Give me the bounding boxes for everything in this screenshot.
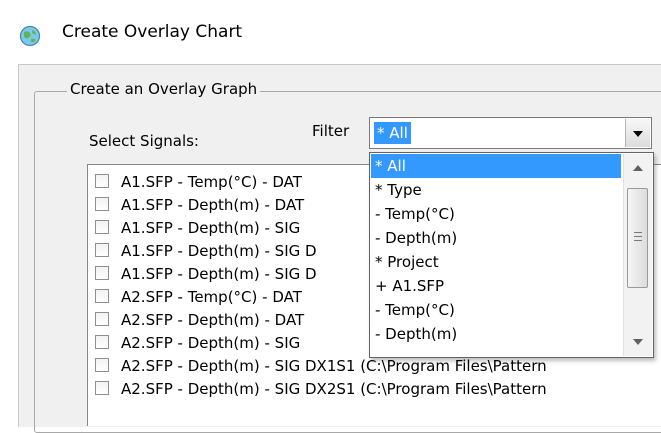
- filter-option[interactable]: - Depth(m): [371, 322, 621, 346]
- signal-label: A2.SFP - Depth(m) - SIG DX1S1 (C:\Progra…: [121, 357, 547, 375]
- signal-label: A1.SFP - Depth(m) - SIG D: [121, 265, 317, 283]
- filter-option[interactable]: - Temp(°C): [371, 298, 621, 322]
- signal-checkbox[interactable]: [95, 289, 109, 303]
- window-title: Create Overlay Chart: [62, 22, 243, 42]
- grip-line: [634, 240, 642, 241]
- filter-option[interactable]: - Temp(°C): [371, 202, 621, 226]
- grip-line: [634, 232, 642, 233]
- signal-checkbox[interactable]: [95, 381, 109, 395]
- scroll-down-arrow-icon[interactable]: [624, 328, 652, 356]
- signal-label: A1.SFP - Depth(m) - SIG: [121, 219, 301, 237]
- grip-line: [634, 236, 642, 237]
- scroll-up-arrow-icon[interactable]: [624, 154, 652, 182]
- chevron-down-icon[interactable]: [625, 119, 650, 147]
- filter-selected-value: * All: [374, 122, 411, 144]
- filter-combobox[interactable]: * All: [369, 117, 652, 149]
- signal-checkbox[interactable]: [95, 312, 109, 326]
- signal-checkbox[interactable]: [95, 243, 109, 257]
- filter-option[interactable]: * All: [371, 154, 621, 178]
- signal-label: A1.SFP - Temp(°C) - DAT: [121, 173, 302, 191]
- signal-checkbox[interactable]: [95, 197, 109, 211]
- signal-label: A1.SFP - Depth(m) - DAT: [121, 196, 305, 214]
- dropdown-scrollbar[interactable]: [623, 154, 652, 356]
- select-signals-label: Select Signals:: [89, 132, 199, 150]
- filter-option[interactable]: - Depth(m): [371, 226, 621, 250]
- filter-label: Filter: [312, 122, 350, 140]
- signal-label: A2.SFP - Depth(m) - DAT: [121, 311, 305, 329]
- signal-checkbox[interactable]: [95, 266, 109, 280]
- filter-option[interactable]: + A1.SFP: [371, 274, 621, 298]
- title-bar: Create Overlay Chart: [0, 0, 661, 64]
- filter-option[interactable]: * Type: [371, 178, 621, 202]
- group-title: Create an Overlay Graph: [67, 80, 261, 98]
- signal-label: A2.SFP - Depth(m) - SIG: [121, 334, 301, 352]
- filter-dropdown-list[interactable]: * All * Type - Temp(°C) - Depth(m) * Pro…: [369, 152, 654, 358]
- filter-option[interactable]: * Project: [371, 250, 621, 274]
- globe-icon: [19, 25, 41, 47]
- signal-label: A1.SFP - Depth(m) - SIG D: [121, 242, 317, 260]
- signal-checkbox[interactable]: [95, 358, 109, 372]
- signal-checkbox[interactable]: [95, 174, 109, 188]
- scrollbar-thumb[interactable]: [627, 188, 648, 288]
- signal-label: A2.SFP - Depth(m) - SIG DX2S1 (C:\Progra…: [121, 380, 547, 398]
- signal-label: A2.SFP - Temp(°C) - DAT: [121, 288, 302, 306]
- signal-checkbox[interactable]: [95, 335, 109, 349]
- signal-checkbox[interactable]: [95, 220, 109, 234]
